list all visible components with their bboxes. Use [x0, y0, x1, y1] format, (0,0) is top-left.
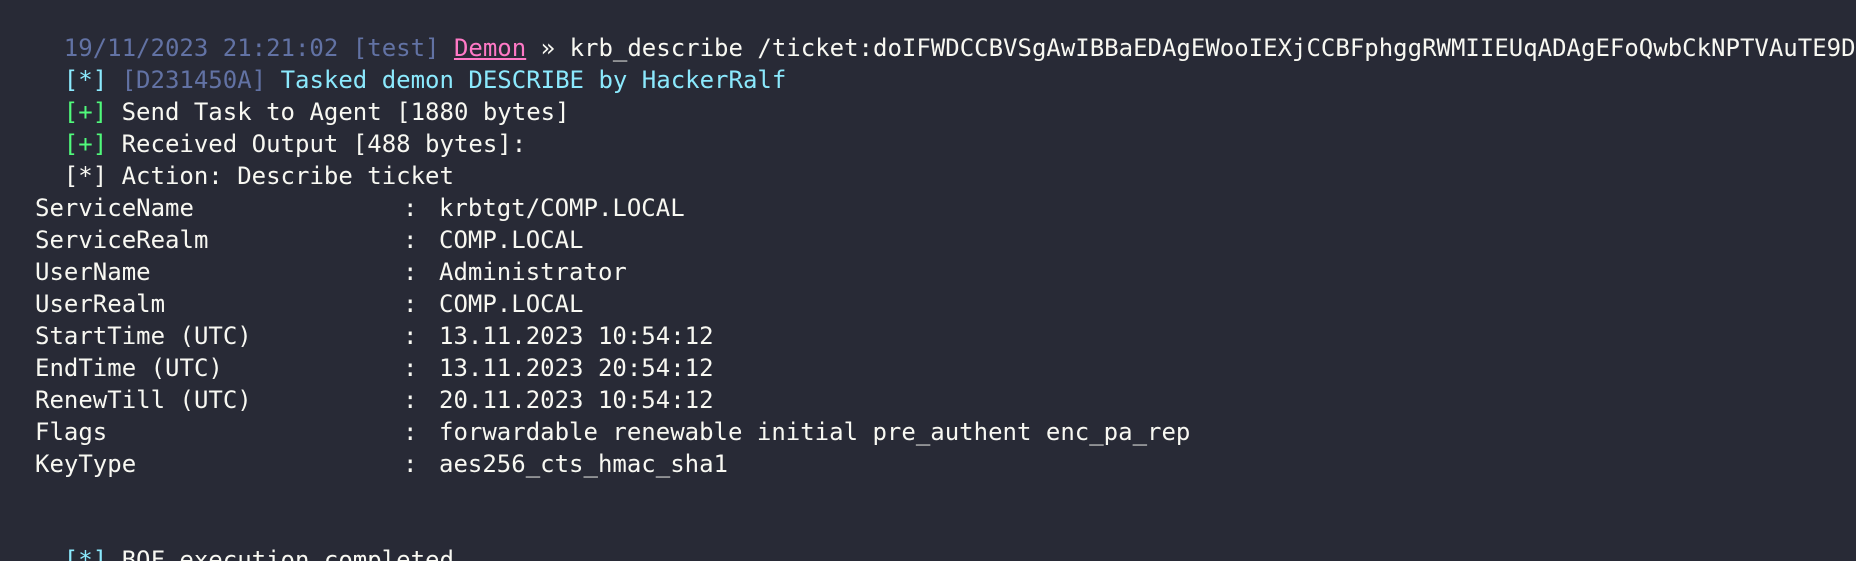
ticket-field-keytype: KeyType: aes256_cts_hmac_sha1: [6, 448, 1856, 480]
field-key: Flags: [35, 418, 108, 446]
ticket-field-servicerealm: ServiceRealm: COMP.LOCAL: [6, 224, 1856, 256]
ticket-field-username: UserName: Administrator: [6, 256, 1856, 288]
log-text: Tasked demon DESCRIBE by HackerRalf: [280, 66, 787, 94]
field-value: 13.11.2023 10:54:12: [439, 322, 714, 350]
field-separator: :: [403, 354, 418, 382]
log-text: Received Output [488 bytes]:: [121, 130, 527, 158]
field-key: KeyType: [35, 450, 137, 478]
field-key: ServiceName: [35, 194, 194, 222]
log-prefix: [*]: [63, 162, 108, 190]
field-value: 13.11.2023 20:54:12: [439, 354, 714, 382]
field-value: Administrator: [439, 258, 627, 286]
agent-link[interactable]: Demon: [454, 34, 526, 62]
field-value: 20.11.2023 10:54:12: [439, 386, 714, 414]
ticket-field-endtime: EndTime (UTC):13.11.2023 20:54:12: [6, 352, 1856, 384]
field-separator: :: [403, 450, 418, 478]
field-separator: :: [403, 322, 418, 350]
ticket-field-renewtill: RenewTill (UTC):20.11.2023 10:54:12: [6, 384, 1856, 416]
field-separator: :: [403, 386, 418, 414]
ticket-field-starttime: StartTime (UTC):13.11.2023 10:54:12: [6, 320, 1856, 352]
log-prefix: [*]: [63, 546, 108, 561]
log-prefix: [+]: [63, 130, 108, 158]
field-key: ServiceRealm: [35, 226, 209, 254]
field-separator: :: [403, 226, 418, 254]
field-value: COMP.LOCAL: [439, 226, 584, 254]
field-key: RenewTill (UTC): [35, 386, 252, 414]
ticket-field-servicename: ServiceName: krbtgt/COMP.LOCAL: [6, 192, 1856, 224]
log-line-completed: [*] BOF execution completed: [6, 512, 1856, 561]
field-key: UserRealm: [35, 290, 166, 318]
field-value: forwardable renewable initial pre_authen…: [439, 418, 1191, 446]
log-text: BOF execution completed: [121, 546, 454, 561]
field-separator: :: [403, 258, 418, 286]
field-key: StartTime (UTC): [35, 322, 252, 350]
ticket-field-userrealm: UserRealm: COMP.LOCAL: [6, 288, 1856, 320]
field-key: UserName: [35, 258, 151, 286]
field-key: EndTime (UTC): [35, 354, 223, 382]
field-value: krbtgt/COMP.LOCAL: [439, 194, 685, 222]
log-prefix: [*]: [63, 66, 108, 94]
ticket-field-flags: Flags: forwardable renewable initial pre_…: [6, 416, 1856, 448]
field-separator: :: [403, 290, 418, 318]
command-line: 19/11/2023 21:21:02 [test] Demon » krb_d…: [6, 0, 1856, 62]
field-separator: :: [403, 194, 418, 222]
task-id: [D231450A]: [121, 66, 267, 94]
prompt-arrow: »: [540, 34, 556, 62]
command-text: krb_describe /ticket:doIFWDCCBVSgAwIBBaE…: [569, 34, 1856, 62]
timestamp: 19/11/2023 21:21:02: [63, 34, 339, 62]
terminal-output[interactable]: 19/11/2023 21:21:02 [test] Demon » krb_d…: [0, 0, 1856, 561]
log-text: Action: Describe ticket: [121, 162, 454, 190]
field-value: COMP.LOCAL: [439, 290, 584, 318]
log-text: Send Task to Agent [1880 bytes]: [121, 98, 570, 126]
log-prefix: [+]: [63, 98, 108, 126]
session-tag: [test]: [352, 34, 440, 62]
field-separator: :: [403, 418, 418, 446]
field-value: aes256_cts_hmac_sha1: [439, 450, 728, 478]
